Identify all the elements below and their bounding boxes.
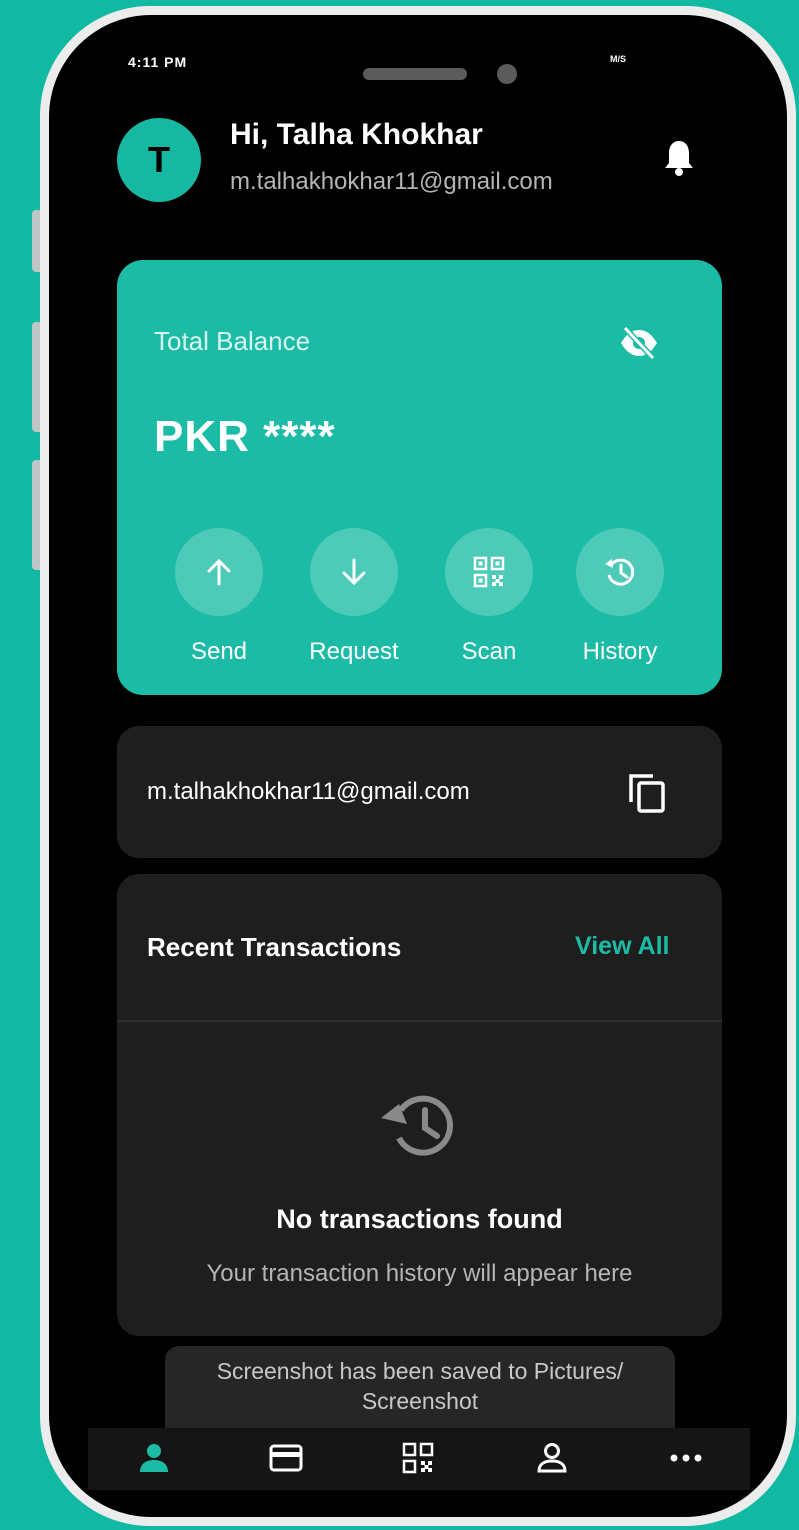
header-email: m.talhakhokhar11@gmail.com [230,168,553,195]
profile-icon [537,1443,567,1473]
home-icon [140,1444,168,1472]
nav-profile[interactable] [530,1438,574,1478]
history-icon [377,1088,461,1164]
account-email-card: m.talhakhokhar11@gmail.com [117,726,722,858]
history-label: History [582,638,658,665]
front-camera [497,64,517,84]
arrow-down-icon [342,558,366,586]
balance-card: Total Balance PKR **** Send Request Scan… [117,260,722,695]
status-time: 4:11 PM [128,54,188,70]
recent-transactions-card: Recent Transactions View All No transact… [117,874,722,1336]
history-icon [605,558,635,586]
transactions-divider [117,1020,722,1022]
card-icon [269,1444,303,1472]
balance-amount: PKR **** [154,412,336,461]
request-button[interactable]: Request [294,528,414,666]
more-icon [670,1454,702,1462]
history-button[interactable]: History [560,528,680,666]
request-label: Request [309,638,399,665]
status-indicators: M/S [610,54,627,64]
transactions-title: Recent Transactions [147,932,402,962]
empty-state-title: No transactions found [276,1204,563,1234]
phone-notch [233,50,609,106]
bell-icon[interactable] [662,138,696,178]
copy-icon[interactable] [627,772,667,814]
view-all-link[interactable]: View All [575,932,669,961]
nav-home[interactable] [132,1438,176,1478]
greeting-title: Hi, Talha Khokhar [230,118,483,151]
empty-state-subtitle: Your transaction history will appear her… [206,1260,633,1287]
qr-code-icon [402,1442,434,1474]
arrow-up-icon [207,558,231,586]
avatar[interactable]: T [117,118,201,202]
account-email: m.talhakhokhar11@gmail.com [147,778,470,805]
balance-label: Total Balance [154,326,311,356]
eye-off-icon[interactable] [617,325,661,361]
bottom-nav [88,1428,750,1490]
send-button[interactable]: Send [159,528,279,666]
send-label: Send [190,638,248,665]
scan-label: Scan [461,638,517,665]
nav-more[interactable] [664,1438,708,1478]
speaker-grille [363,68,467,80]
nav-scan[interactable] [396,1438,440,1478]
nav-cards[interactable] [264,1438,308,1478]
qr-code-icon [473,556,505,588]
scan-button[interactable]: Scan [429,528,549,666]
